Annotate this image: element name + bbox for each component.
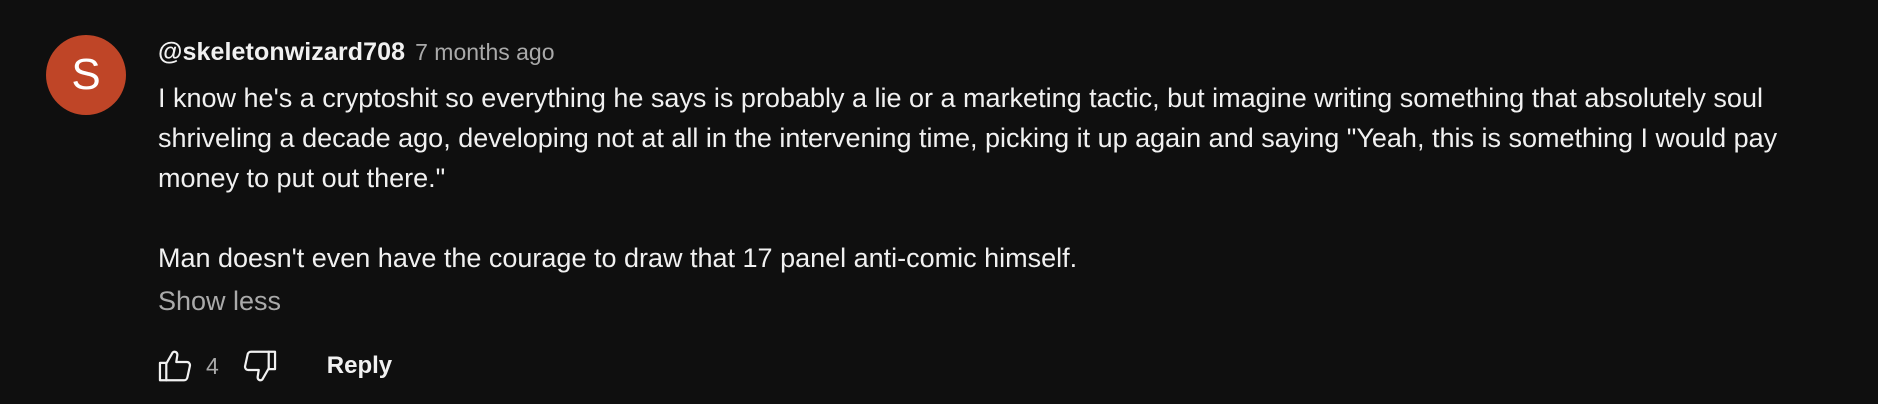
- comment-paragraph: I know he's a cryptoshit so everything h…: [158, 83, 1778, 193]
- comment-thread: S @skeletonwizard708 7 months ago I know…: [0, 0, 1878, 404]
- dislike-button[interactable]: [241, 346, 279, 386]
- comment-actions: 4 Reply: [156, 346, 392, 386]
- comment-paragraph: Man doesn't even have the courage to dra…: [158, 243, 1078, 273]
- show-less-button[interactable]: Show less: [158, 286, 281, 317]
- thumbs-down-icon: [243, 350, 276, 382]
- comment-timestamp[interactable]: 7 months ago: [415, 39, 554, 66]
- comment-text: I know he's a cryptoshit so everything h…: [158, 78, 1858, 278]
- like-button[interactable]: [156, 346, 194, 386]
- like-count: 4: [206, 352, 219, 379]
- comment-header: @skeletonwizard708 7 months ago: [158, 38, 1858, 70]
- reply-button[interactable]: Reply: [327, 352, 392, 380]
- author-name[interactable]: @skeletonwizard708: [158, 38, 405, 67]
- avatar[interactable]: S: [46, 35, 126, 115]
- avatar-letter: S: [71, 50, 101, 99]
- comment-body: @skeletonwizard708 7 months ago I know h…: [158, 38, 1858, 317]
- thumbs-up-icon: [158, 350, 192, 382]
